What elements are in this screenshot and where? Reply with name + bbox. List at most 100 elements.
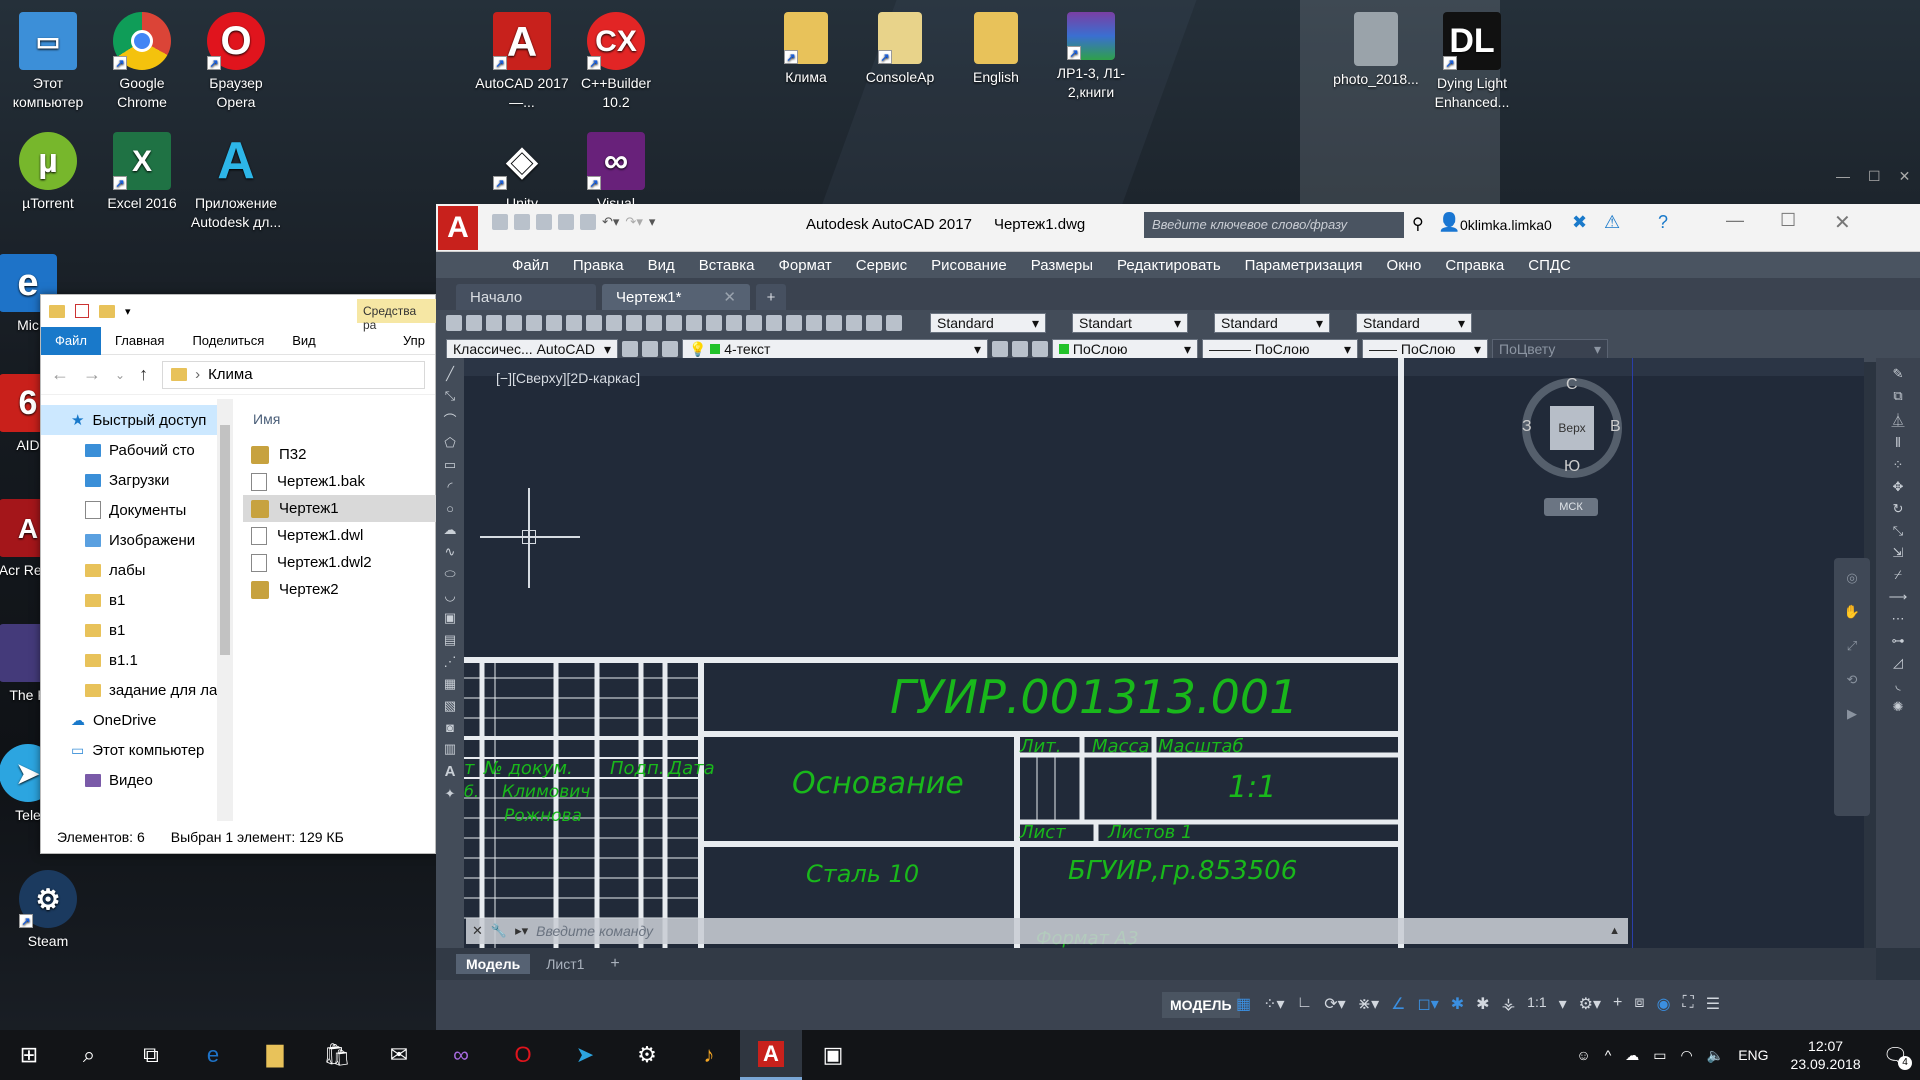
break-icon[interactable]: ⋯ — [1892, 611, 1905, 627]
address-field[interactable]: › Клима — [162, 360, 425, 389]
desktop-icon-folder-klima[interactable]: ↗ Клима — [758, 8, 854, 87]
clean-screen-icon[interactable]: ⛶ — [1683, 994, 1694, 1014]
lineweight-select[interactable]: —— ПоСлою ▾ — [1362, 339, 1488, 359]
arc-icon[interactable]: ◜ — [447, 479, 452, 495]
desktop-icon-dying-light[interactable]: DL ↗ Dying Light Enhanced... — [1424, 8, 1520, 112]
open-file-icon[interactable] — [514, 214, 530, 230]
menu-tools[interactable]: Сервис — [844, 257, 919, 274]
redo-icon[interactable]: ↷▾ — [625, 214, 642, 230]
maximize-icon[interactable]: ☐ — [1780, 210, 1796, 231]
desktop-icon-unity[interactable]: ◈ ↗ Unity — [474, 128, 570, 208]
compass-west[interactable]: З — [1522, 418, 1532, 436]
desktop-icon-autodesk-app[interactable]: A Приложение Autodesk дл... — [188, 128, 284, 232]
polar-icon[interactable]: ⟳▾ — [1324, 994, 1345, 1014]
orbit-icon[interactable]: ⟲ — [1847, 672, 1858, 688]
battery-icon[interactable]: ▭ — [1653, 1047, 1666, 1064]
design-center-icon[interactable] — [786, 315, 802, 331]
customization-icon[interactable]: ☰ — [1706, 994, 1720, 1014]
user-name[interactable]: 0klimka.limka0 — [1460, 217, 1552, 233]
compass-north[interactable]: С — [1566, 376, 1578, 394]
volume-icon[interactable]: 🔈 — [1707, 1047, 1724, 1064]
hardware-acceleration-icon[interactable]: ◉ — [1657, 994, 1671, 1014]
taskbar-opera[interactable]: O — [492, 1030, 554, 1080]
taskbar-photos[interactable]: ▣ — [802, 1030, 864, 1080]
chamfer-icon[interactable]: ◿ — [1893, 655, 1903, 671]
desktop-icon-consoleapp[interactable]: ↗ ConsoleAp — [852, 8, 948, 87]
showmotion-icon[interactable]: ▶ — [1847, 706, 1857, 722]
new-tab-icon[interactable]: + — [756, 284, 786, 310]
gradient-icon[interactable]: ▧ — [444, 698, 456, 714]
file-item-selected[interactable]: Чертеж1 — [243, 495, 437, 522]
save-as-icon[interactable] — [558, 214, 574, 230]
offset-icon[interactable]: ⫴ — [1895, 435, 1900, 451]
object-snap-tracking-icon[interactable]: ∠ — [1391, 994, 1405, 1014]
taskbar-mail[interactable]: ✉ — [368, 1030, 430, 1080]
table-style-select[interactable]: Standard ▾ — [1214, 313, 1330, 333]
task-view-button[interactable]: ⧉ — [120, 1030, 182, 1080]
maximize-icon[interactable]: ☐ — [1868, 168, 1881, 185]
pan-hand-icon[interactable]: ✋ — [1844, 604, 1860, 620]
menu-file[interactable]: Файл — [500, 257, 561, 274]
make-block-icon[interactable]: ▤ — [444, 632, 456, 648]
wifi-icon[interactable]: ◠ — [1681, 1047, 1693, 1064]
extend-icon[interactable]: ⟶ — [1889, 589, 1908, 605]
people-icon[interactable]: ☺ — [1576, 1047, 1590, 1063]
tab-drawing1[interactable]: Чертеж1* ✕ — [602, 284, 750, 310]
circle-icon[interactable]: ○ — [446, 501, 454, 516]
snap-icon[interactable]: ⁘▾ — [1263, 994, 1284, 1014]
isolate-objects-icon[interactable]: ⧈ — [1634, 994, 1644, 1014]
insert-block-icon[interactable]: ▣ — [444, 610, 456, 626]
copy-icon[interactable] — [586, 315, 602, 331]
taskbar-visual-studio[interactable]: ∞ — [430, 1030, 492, 1080]
workspace-switch-icon[interactable]: ⚙▾ — [1579, 994, 1601, 1014]
taskbar-autocad[interactable]: A — [740, 1030, 802, 1080]
tab-model[interactable]: Модель — [456, 954, 531, 974]
nav-scrollbar[interactable] — [217, 399, 233, 821]
command-history-icon[interactable]: ▲ — [1609, 925, 1620, 937]
match-properties-icon[interactable] — [626, 315, 642, 331]
menu-dimension[interactable]: Размеры — [1019, 257, 1105, 274]
nav-v1-1[interactable]: в1.1 — [41, 645, 217, 675]
nav-v1[interactable]: в1 — [41, 585, 217, 615]
desktop-icon-photo[interactable]: photo_2018... — [1328, 8, 1424, 89]
desktop-icon-cppbuilder[interactable]: CX ↗ C++Builder 10.2 — [568, 8, 664, 112]
table-icon[interactable]: ▥ — [444, 741, 456, 757]
tab-view[interactable]: Вид — [278, 327, 330, 355]
zoom-previous-icon[interactable] — [746, 315, 762, 331]
properties-icon[interactable] — [75, 304, 89, 318]
grid-icon[interactable]: ▦ — [1236, 994, 1251, 1014]
close-tab-icon[interactable]: ✕ — [723, 288, 736, 306]
nav-pictures[interactable]: Изображени — [41, 525, 217, 555]
plotstyle-select[interactable]: ПоЦвету ▾ — [1492, 339, 1608, 359]
region-icon[interactable]: ◙ — [446, 720, 454, 735]
file-item[interactable]: П32 — [243, 441, 437, 468]
nav-lab-task[interactable]: задание для лаб — [41, 675, 217, 705]
annotation-visibility-icon[interactable]: ✱ — [1451, 994, 1464, 1014]
model-space-button[interactable]: МОДЕЛЬ — [1162, 992, 1240, 1018]
explode-icon[interactable]: ✺ — [1893, 699, 1904, 715]
desktop-icon-chrome[interactable]: ↗ Google Chrome — [94, 8, 190, 112]
layer-previous-icon[interactable] — [1012, 341, 1028, 357]
action-center-button[interactable]: 🗨 4 — [1883, 1043, 1912, 1070]
user-icon[interactable]: 👤 — [1438, 212, 1460, 233]
desktop-icon-this-pc[interactable]: ▭ Этот компьютер — [0, 8, 96, 112]
taskbar-store[interactable]: 🛍 — [306, 1030, 368, 1080]
print-icon[interactable] — [580, 214, 596, 230]
desktop-icon-english[interactable]: English — [948, 8, 1044, 87]
compass-east[interactable]: В — [1610, 418, 1621, 436]
preview-icon[interactable] — [526, 315, 542, 331]
ellipse-icon[interactable]: ⬭ — [444, 566, 455, 582]
menu-help[interactable]: Справка — [1433, 257, 1516, 274]
tab-share[interactable]: Поделиться — [178, 327, 278, 355]
hatch-icon[interactable]: ▦ — [444, 676, 456, 692]
save-icon[interactable] — [536, 214, 552, 230]
taskbar-settings[interactable]: ⚙ — [616, 1030, 678, 1080]
tray-chevron-icon[interactable]: ^ — [1605, 1047, 1612, 1063]
save-icon[interactable] — [486, 315, 502, 331]
array-icon[interactable]: ⁘ — [1893, 457, 1904, 473]
color-select[interactable]: ПоСлою ▾ — [1052, 339, 1198, 359]
file-item[interactable]: Чертеж1.dwl — [243, 522, 437, 549]
tab-layout1[interactable]: Лист1 — [536, 954, 594, 974]
tool-palettes-icon[interactable] — [806, 315, 822, 331]
recent-dropdown-icon[interactable]: ⌄ — [115, 368, 125, 382]
